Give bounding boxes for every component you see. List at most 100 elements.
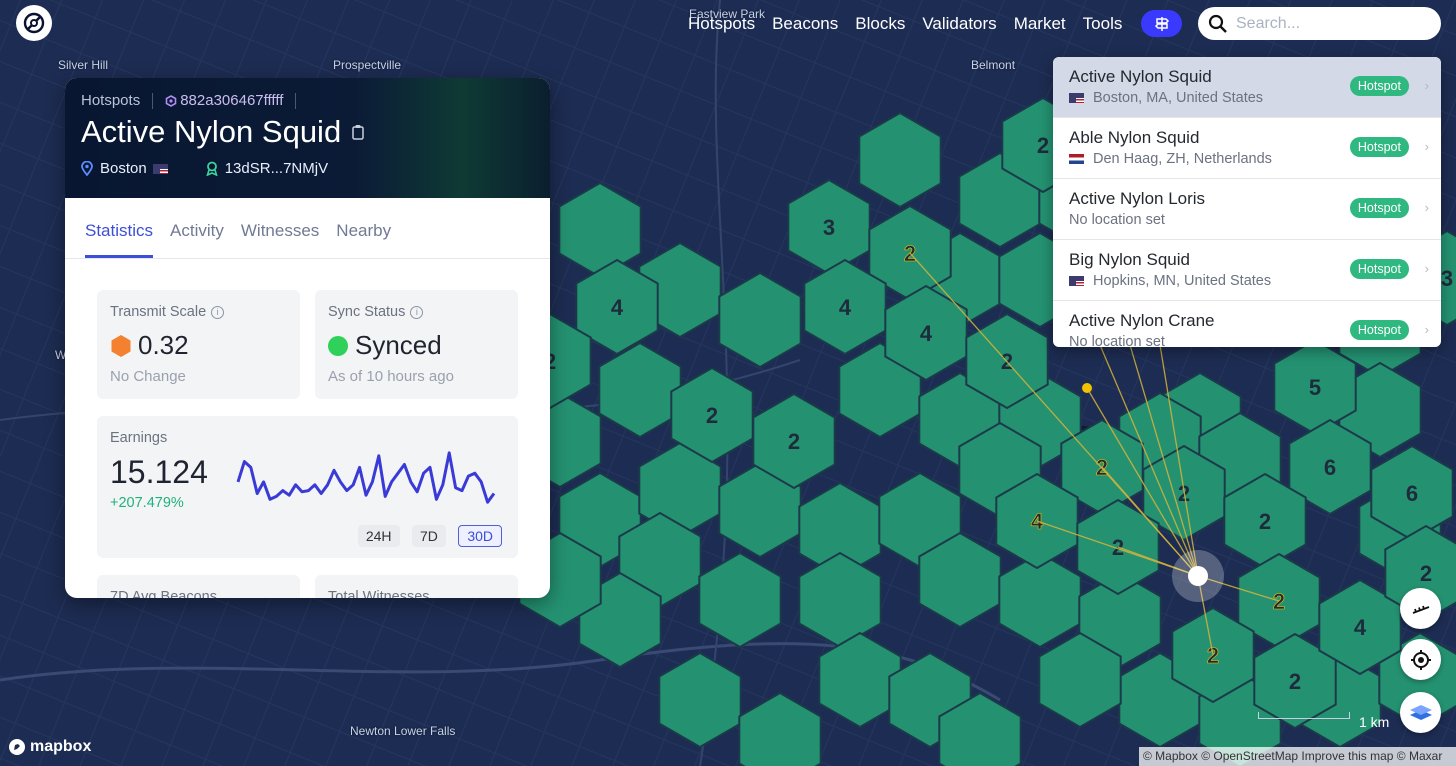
transmit-scale-label: Transmit Scale [110, 304, 207, 320]
nav-tools[interactable]: Tools [1083, 12, 1123, 36]
place-label: Prospectville [333, 58, 402, 72]
chevron-right-icon: › [1424, 200, 1429, 215]
orange-hex-icon [111, 334, 131, 357]
result-location: Boston, MA, United States [1093, 90, 1264, 106]
earnings-sparkline [236, 451, 496, 504]
helium-logo[interactable] [16, 5, 52, 41]
main-nav: Hotspots Beacons Blocks Validators Marke… [688, 12, 1139, 36]
hex-count-label: 6 [1406, 481, 1418, 506]
hex-count-label: 4 [920, 321, 933, 346]
hex-id[interactable]: 882a306467fffff [180, 92, 283, 109]
hex-count-label: 2 [1259, 509, 1271, 534]
hex-count-label: 2 [1420, 561, 1432, 586]
total-witnesses-label: Total Witnesses [328, 589, 430, 598]
synced-dot-icon [328, 335, 348, 356]
nav-hotspots[interactable]: Hotspots [688, 12, 755, 36]
info-icon[interactable]: i [211, 305, 225, 319]
us-flag-icon [1069, 276, 1084, 286]
tab-activity[interactable]: Activity [170, 221, 224, 258]
us-flag-icon [152, 163, 168, 174]
map-attribution[interactable]: © Mapbox © OpenStreetMap Improve this ma… [1139, 747, 1456, 766]
result-location: No location set [1069, 334, 1165, 347]
info-icon[interactable]: i [410, 305, 424, 319]
search-box[interactable] [1198, 7, 1441, 40]
hex-count-label: 4 [839, 295, 852, 320]
place-label: Belmont [971, 58, 1016, 72]
chevron-right-icon: › [1424, 78, 1429, 93]
location-pin-icon [81, 161, 93, 176]
ruler-icon [1412, 605, 1429, 614]
earnings-sparkline-line [236, 451, 496, 504]
hex-count-label: 2 [706, 403, 718, 428]
range-7d-button[interactable]: 7D [411, 525, 446, 547]
result-type-badge: Hotspot [1349, 259, 1409, 279]
hotspot-city[interactable]: Boston [100, 160, 147, 177]
result-type-badge: Hotspot [1349, 198, 1409, 218]
hex-count-label: 6 [1324, 455, 1336, 480]
scale-label: 1 km [1359, 714, 1390, 730]
chevron-right-icon: › [1424, 322, 1429, 337]
hex-count-label: 2 [1037, 133, 1049, 158]
nav-market[interactable]: Market [1014, 12, 1066, 36]
transmit-scale-change: No Change [110, 368, 186, 385]
mapbox-label: mapbox [30, 738, 92, 755]
hex-count-label: 3 [823, 215, 835, 240]
range-24h-button[interactable]: 24H [357, 525, 400, 547]
nav-beacons[interactable]: Beacons [772, 12, 838, 36]
result-location: No location set [1069, 212, 1165, 228]
hotspot-tabs: Statistics Activity Witnesses Nearby [65, 198, 550, 259]
total-witnesses-card: Total Witnesses [315, 575, 518, 598]
chevron-right-icon: › [1424, 261, 1429, 276]
search-result[interactable]: Able Nylon Squid Den Haag, ZH, Netherlan… [1053, 118, 1441, 179]
tab-statistics[interactable]: Statistics [85, 221, 154, 258]
hex-count-label: 3 [1441, 266, 1453, 291]
mapbox-logo-icon [9, 739, 25, 755]
place-label: Newton Lower Falls [350, 724, 456, 738]
hex-count-label: 2 [1289, 669, 1301, 694]
avg-beacons-card: 7D Avg Beacons [97, 575, 300, 598]
nav-blocks[interactable]: Blocks [855, 12, 905, 36]
avg-beacons-label: 7D Avg Beacons [110, 589, 217, 598]
search-results: Active Nylon Squid Boston, MA, United St… [1053, 57, 1441, 347]
copy-icon[interactable] [351, 124, 365, 140]
result-location: Hopkins, MN, United States [1093, 273, 1272, 289]
range-30d-button[interactable]: 30D [458, 525, 502, 547]
tab-nearby[interactable]: Nearby [336, 221, 391, 258]
hex-count-label: 4 [611, 295, 624, 320]
measure-button[interactable] [1400, 588, 1441, 629]
locate-button[interactable] [1400, 639, 1441, 680]
us-flag-icon [1069, 93, 1084, 103]
tab-witnesses[interactable]: Witnesses [241, 221, 319, 258]
search-result[interactable]: Active Nylon Squid Boston, MA, United St… [1053, 57, 1441, 118]
search-result[interactable]: Active Nylon Crane No location set Hotsp… [1053, 301, 1441, 347]
hex-count-label: 4 [1354, 615, 1367, 640]
network-toggle-button[interactable] [1141, 10, 1182, 37]
mapbox-logo[interactable]: mapbox [8, 738, 91, 756]
sync-status-value: Synced [355, 330, 442, 360]
sync-status-time: As of 10 hours ago [328, 368, 454, 385]
transmit-scale-card: Transmit Scale i 0.32 No Change [97, 290, 300, 399]
owner-address[interactable]: 13dSR...7NMjV [225, 160, 328, 177]
selected-hotspot-marker[interactable] [1188, 566, 1208, 586]
transmit-scale-value: 0.32 [138, 330, 189, 360]
witness-dot[interactable] [1082, 383, 1092, 393]
search-result[interactable]: Big Nylon Squid Hopkins, MN, United Stat… [1053, 240, 1441, 301]
hotspot-header: Hotspots 882a306467fffff Active Nylon Sq… [65, 78, 550, 198]
breadcrumb-hotspots[interactable]: Hotspots [81, 92, 140, 109]
search-input[interactable] [1234, 13, 1428, 34]
hotspot-panel: Hotspots 882a306467fffff Active Nylon Sq… [65, 78, 550, 598]
hex-count-label: 2 [1207, 643, 1219, 668]
result-type-badge: Hotspot [1349, 320, 1409, 340]
earnings-label: Earnings [110, 430, 168, 446]
hex-count-label: 5 [1309, 375, 1321, 400]
chevron-right-icon: › [1424, 139, 1429, 154]
nav-validators[interactable]: Validators [922, 12, 996, 36]
search-icon [1208, 14, 1227, 33]
layers-button[interactable] [1400, 692, 1441, 733]
hex-count-label: 2 [788, 429, 800, 454]
result-type-badge: Hotspot [1349, 76, 1409, 96]
place-label: Silver Hill [58, 58, 109, 72]
result-type-badge: Hotspot [1349, 137, 1409, 157]
search-result[interactable]: Active Nylon Loris No location set Hotsp… [1053, 179, 1441, 240]
map-scale: 1 km [1258, 712, 1389, 730]
